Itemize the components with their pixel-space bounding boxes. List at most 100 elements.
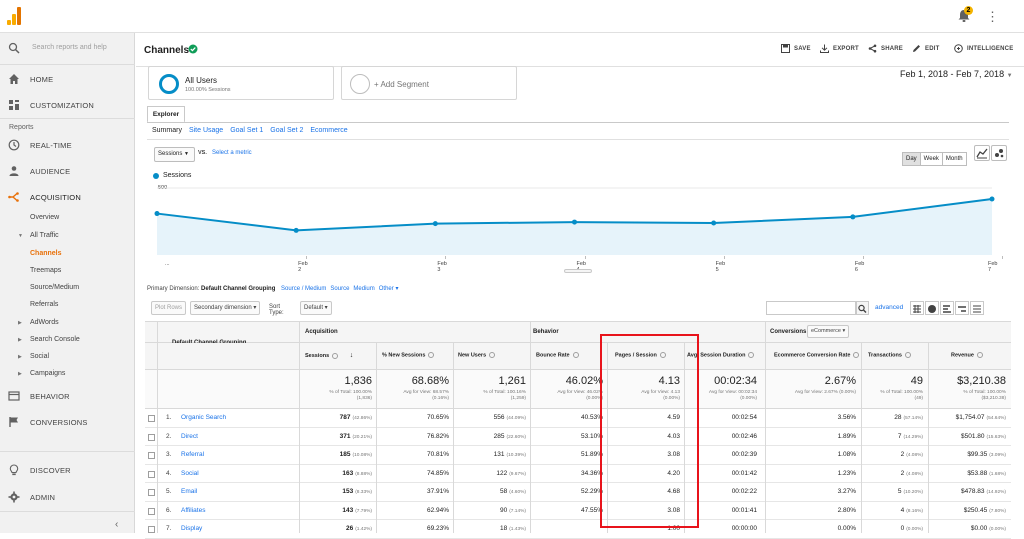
export-button[interactable]: EXPORT [820,44,859,53]
row-checkbox[interactable] [148,470,155,478]
data-point[interactable] [711,220,717,226]
row-checkbox[interactable] [148,507,155,515]
comparison-view-icon[interactable] [955,301,969,315]
sort-type-dropdown[interactable]: Default ▾ [300,301,332,315]
column-ecommerce-conversion-rate[interactable]: Ecommerce Conversion Rate [774,352,860,358]
sidebar-item-overview[interactable]: Overview [30,214,59,221]
add-segment-button[interactable]: + Add Segment [341,66,517,100]
channel-link[interactable]: Organic Search [181,414,226,421]
row-checkbox[interactable] [148,526,155,533]
subtab-ecommerce[interactable]: Ecommerce [310,127,347,134]
collapsed-triangle-icon[interactable]: ▶ [18,337,22,343]
cell-value: 70.81% [426,451,449,458]
collapsed-triangle-icon[interactable]: ▶ [18,320,22,326]
column-new-sessions[interactable]: % New Sessions [382,352,435,358]
plot-rows-button[interactable]: Plot Rows [151,301,187,315]
table-view-icon[interactable] [910,301,924,315]
conversion-type-dropdown[interactable]: eCommerce ▾ [807,325,850,338]
cell-percent: (22.60%) [506,434,526,440]
expanded-triangle-icon[interactable]: ▼ [18,233,23,239]
intelligence-button[interactable]: INTELLIGENCE [954,44,1013,53]
table-search-input[interactable] [766,301,856,315]
dimension-other[interactable]: Other ▾ [379,286,399,292]
sidebar-item-discover[interactable]: DISCOVER [0,457,135,483]
intelligence-icon [954,44,963,53]
line-chart-icon[interactable] [974,145,990,161]
cell-new_sess: 70.81% [427,451,449,458]
sidebar-search[interactable]: Search reports and help [0,33,135,65]
subtab-summary[interactable]: Summary [152,127,182,134]
column-revenue[interactable]: Revenue [951,352,983,358]
metric-dropdown[interactable]: Sessions ▼ [154,147,195,162]
dimension-source[interactable]: Source [330,286,349,292]
column-transactions[interactable]: Transactions [868,352,911,358]
sidebar-item-acquisition[interactable]: ACQUISITION [0,184,135,210]
sidebar-item-admin[interactable]: ADMIN [0,484,135,510]
column-sessions[interactable]: Sessions ↓ [305,352,353,359]
select-metric-link[interactable]: Select a metric [212,150,252,156]
data-point[interactable] [989,196,995,202]
channel-link[interactable]: Display [181,525,202,532]
data-point[interactable] [154,211,160,217]
advanced-filter-link[interactable]: advanced [875,304,903,311]
pivot-view-icon[interactable] [970,301,984,315]
collapsed-triangle-icon[interactable]: ▶ [18,354,22,360]
row-checkbox[interactable] [148,489,155,496]
motion-chart-icon[interactable] [991,145,1007,161]
sidebar-item-conversions[interactable]: CONVERSIONS [0,409,135,435]
sidebar-item-realtime[interactable]: REAL-TIME [0,132,135,158]
dimension-medium[interactable]: Medium [353,286,374,292]
sidebar-item-social[interactable]: Social [30,353,49,360]
month-button[interactable]: Month [941,152,967,166]
channel-link[interactable]: Direct [181,433,198,440]
collapsed-triangle-icon[interactable]: ▶ [18,371,22,377]
analytics-logo-icon[interactable] [7,7,21,25]
sidebar-item-referrals[interactable]: Referrals [30,301,58,308]
channel-link[interactable]: Referral [181,451,204,458]
pie-view-icon[interactable] [925,301,939,315]
edit-button[interactable]: EDIT [913,45,939,52]
chart-resize-handle[interactable] [564,269,592,273]
sidebar-item-adwords[interactable]: AdWords [30,319,59,326]
data-point[interactable] [432,221,438,227]
subtab-goal-set-1[interactable]: Goal Set 1 [230,127,263,134]
sidebar-item-home[interactable]: HOME [0,66,135,92]
column-new-users[interactable]: New Users [458,352,496,358]
channel-link[interactable]: Affiliates [181,507,205,514]
week-button[interactable]: Week [919,152,943,166]
sidebar-item-all-traffic[interactable]: All Traffic [30,232,59,239]
row-checkbox[interactable] [148,433,155,441]
collapse-sidebar-icon[interactable]: ‹ [115,519,118,530]
segment-all-users[interactable]: All Users 100.00% Sessions [148,66,334,100]
sidebar-item-channels[interactable]: Channels [30,250,62,257]
bar-view-icon[interactable] [940,301,954,315]
sidebar-item-behavior[interactable]: BEHAVIOR [0,383,135,409]
tab-explorer[interactable]: Explorer [147,106,185,123]
column-bounce-rate[interactable]: Bounce Rate [536,352,579,358]
table-group-header: Default Channel Grouping Acquisition Beh… [145,321,1011,351]
data-point[interactable] [293,227,299,233]
subtab-site-usage[interactable]: Site Usage [189,127,223,134]
sidebar-item-source-medium[interactable]: Source/Medium [30,284,79,291]
save-button[interactable]: SAVE [781,44,811,53]
share-button[interactable]: SHARE [868,44,903,53]
sidebar-item-audience[interactable]: AUDIENCE [0,158,135,184]
channel-link[interactable]: Social [181,470,199,477]
cell-conv: 0.00% [838,525,856,532]
date-range-picker[interactable]: Feb 1, 2018 - Feb 7, 2018 ▼ [900,69,1013,79]
more-vert-icon[interactable]: ⋮ [986,10,999,23]
row-checkbox[interactable] [148,415,155,422]
sidebar-item-campaigns[interactable]: Campaigns [30,370,65,377]
data-point[interactable] [850,214,856,220]
data-point[interactable] [572,219,577,225]
table-search-button[interactable] [856,301,869,315]
secondary-dimension-dropdown[interactable]: Secondary dimension ▾ [190,301,261,315]
day-button[interactable]: Day [902,152,921,166]
row-checkbox[interactable] [148,452,155,459]
dimension-source-medium[interactable]: Source / Medium [281,286,326,292]
sidebar-item-search-console[interactable]: Search Console [30,336,80,343]
channel-link[interactable]: Email [181,488,197,495]
sidebar-item-customization[interactable]: CUSTOMIZATION [0,92,135,118]
sidebar-item-treemaps[interactable]: Treemaps [30,267,61,274]
subtab-goal-set-2[interactable]: Goal Set 2 [270,127,303,134]
